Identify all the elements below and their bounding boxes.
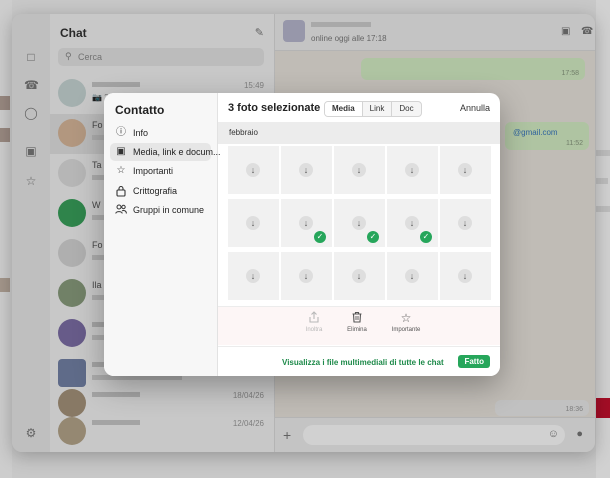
sidebar-item-label: Importanti xyxy=(133,166,174,176)
download-icon[interactable]: ↓ xyxy=(405,163,419,177)
tab-link[interactable]: Link xyxy=(363,102,393,116)
download-icon[interactable]: ↓ xyxy=(458,216,472,230)
star-icon: ☆ xyxy=(116,165,126,176)
delete-label: Elimina xyxy=(347,327,367,333)
tab-doc[interactable]: Doc xyxy=(392,102,420,116)
selection-action-bar: Inoltra Elimina ☆ Importante xyxy=(218,306,500,345)
modal-footer: Visualizza i file multimediali di tutte … xyxy=(218,346,500,376)
media-thumbnail[interactable]: ↓ xyxy=(228,252,279,300)
download-icon[interactable]: ↓ xyxy=(458,269,472,283)
image-icon: ▣ xyxy=(116,146,126,157)
download-icon[interactable]: ↓ xyxy=(299,216,313,230)
group-icon xyxy=(115,204,127,216)
media-thumbnail[interactable]: ↓ xyxy=(440,252,491,300)
media-thumbnail[interactable]: ↓ xyxy=(440,146,491,194)
media-thumbnail[interactable]: ↓ xyxy=(281,146,332,194)
media-thumbnail[interactable]: ↓ ✓ xyxy=(387,199,438,247)
cancel-button[interactable]: Annulla xyxy=(460,103,490,113)
download-icon[interactable]: ↓ xyxy=(352,269,366,283)
media-thumbnail[interactable]: ↓ xyxy=(334,146,385,194)
media-panel: 3 foto selezionate Media Link Doc Annull… xyxy=(218,93,500,376)
download-icon[interactable]: ↓ xyxy=(299,269,313,283)
media-thumbnail[interactable]: ↓ ✓ xyxy=(334,199,385,247)
star-label: Importante xyxy=(391,327,421,333)
delete-button[interactable]: Elimina xyxy=(335,311,379,333)
sidebar-item-label: Crittografia xyxy=(133,186,178,196)
sidebar-item-starred[interactable]: ☆ Importanti xyxy=(110,162,211,180)
download-icon[interactable]: ↓ xyxy=(405,216,419,230)
download-icon[interactable]: ↓ xyxy=(352,216,366,230)
selected-check-icon: ✓ xyxy=(420,231,432,243)
media-thumbnail[interactable]: ↓ xyxy=(387,252,438,300)
sidebar-item-media[interactable]: ▣ Media, link e docum... xyxy=(110,143,221,161)
sidebar-item-info[interactable]: ⓘ Info xyxy=(110,124,211,142)
selected-check-icon: ✓ xyxy=(314,231,326,243)
view-all-media-link[interactable]: Visualizza i file multimediali di tutte … xyxy=(282,358,444,367)
star-button[interactable]: ☆ Importante xyxy=(384,311,428,333)
sidebar-item-encryption[interactable]: Crittografia xyxy=(110,182,211,200)
month-label: febbraio xyxy=(229,128,258,137)
download-icon[interactable]: ↓ xyxy=(246,269,260,283)
selection-title: 3 foto selezionate xyxy=(228,102,321,114)
media-type-segmented-control: Media Link Doc xyxy=(324,101,422,117)
info-icon: ⓘ xyxy=(116,127,126,138)
sidebar-item-label: Info xyxy=(133,128,149,138)
sidebar-item-label: Media, link e docum... xyxy=(133,147,221,157)
forward-button[interactable]: Inoltra xyxy=(292,311,336,333)
download-icon[interactable]: ↓ xyxy=(246,163,260,177)
download-icon[interactable]: ↓ xyxy=(405,269,419,283)
media-thumbnail[interactable]: ↓ xyxy=(228,199,279,247)
contact-sidebar: Contatto ⓘ Info ▣ Media, link e docum...… xyxy=(104,93,221,376)
month-section-header: febbraio xyxy=(218,122,500,144)
download-icon[interactable]: ↓ xyxy=(299,163,313,177)
download-icon[interactable]: ↓ xyxy=(246,216,260,230)
media-thumbnail[interactable]: ↓ xyxy=(228,146,279,194)
trash-icon xyxy=(335,311,379,325)
sidebar-item-groups[interactable]: Gruppi in comune xyxy=(110,201,211,219)
sidebar-item-label: Gruppi in comune xyxy=(133,205,205,215)
media-thumbnail[interactable]: ↓ ✓ xyxy=(281,199,332,247)
download-icon[interactable]: ↓ xyxy=(352,163,366,177)
contact-info-modal: Contatto ⓘ Info ▣ Media, link e docum...… xyxy=(104,93,500,376)
media-thumbnail[interactable]: ↓ xyxy=(387,146,438,194)
share-icon xyxy=(292,311,336,325)
media-thumbnail[interactable]: ↓ xyxy=(440,199,491,247)
forward-label: Inoltra xyxy=(305,327,323,333)
sidebar-title: Contatto xyxy=(115,103,165,117)
media-grid: ↓ ↓ ↓ ↓ ↓ ↓ ↓ ✓ ↓ ✓ ↓ ✓ ↓ ↓ ↓ ↓ ↓ ↓ xyxy=(228,146,492,302)
media-thumbnail[interactable]: ↓ xyxy=(334,252,385,300)
done-button[interactable]: Fatto xyxy=(458,355,490,368)
tab-media[interactable]: Media xyxy=(325,102,363,116)
selected-check-icon: ✓ xyxy=(367,231,379,243)
download-icon[interactable]: ↓ xyxy=(458,163,472,177)
star-icon: ☆ xyxy=(400,311,412,325)
lock-icon xyxy=(115,185,127,197)
media-thumbnail[interactable]: ↓ xyxy=(281,252,332,300)
